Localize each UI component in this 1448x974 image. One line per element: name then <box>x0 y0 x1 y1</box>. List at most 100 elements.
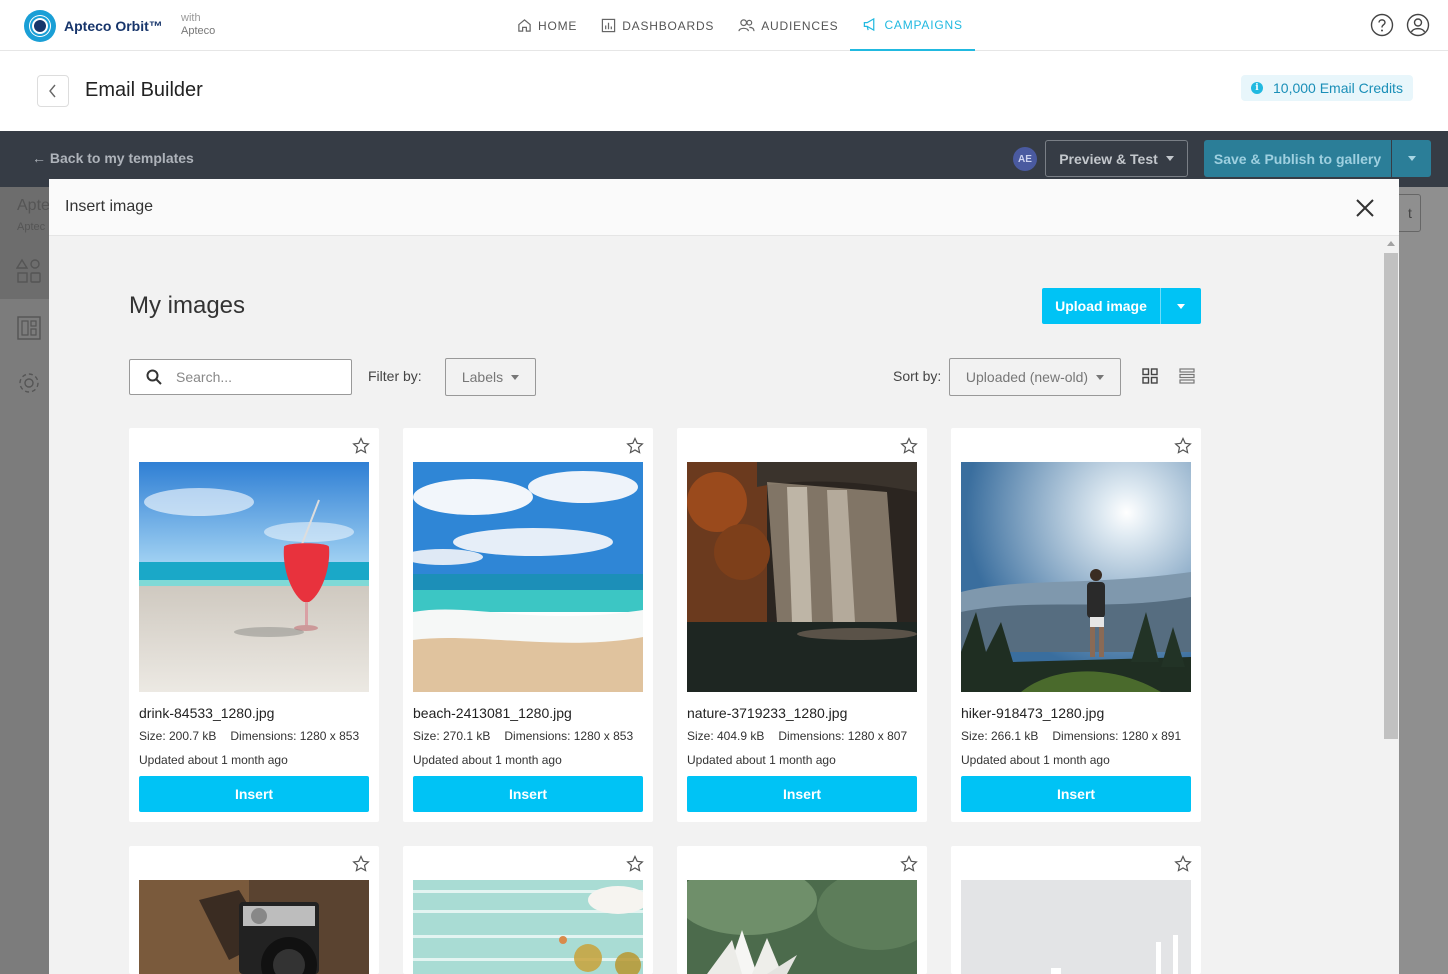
info-icon: i <box>1251 82 1263 94</box>
nav-audiences[interactable]: AUDIENCES <box>726 0 850 51</box>
save-publish-button[interactable]: Save & Publish to gallery <box>1204 140 1391 177</box>
with-brand: Apteco <box>181 25 216 37</box>
gear-icon[interactable] <box>16 370 42 396</box>
image-card-beach: beach-2413081_1280.jpg Size: 270.1 kB Dim… <box>403 428 653 822</box>
insert-button[interactable]: Insert <box>139 776 369 812</box>
section-title: My images <box>129 292 246 319</box>
star-icon[interactable] <box>1174 855 1192 873</box>
with-label: with <box>181 12 201 24</box>
image-dimensions: Dimensions: 1280 x 891 <box>1052 729 1182 743</box>
image-card-hiker: hiker-918473_1280.jpg Size: 266.1 kB Dime… <box>951 428 1201 822</box>
user-account-icon[interactable] <box>1406 13 1430 37</box>
image-filename: beach-2413081_1280.jpg <box>413 705 572 721</box>
dashboard-icon <box>602 18 616 33</box>
sort-dropdown[interactable]: Uploaded (new-old) <box>949 358 1121 396</box>
chevron-down-icon <box>1165 156 1174 161</box>
image-updated: Updated about 1 month ago <box>413 753 562 767</box>
editor-title-fragment: Apte <box>17 197 50 214</box>
avatar[interactable]: AE <box>1013 147 1037 171</box>
image-thumbnail[interactable] <box>139 462 369 692</box>
image-thumbnail[interactable] <box>687 462 917 692</box>
image-thumbnail[interactable] <box>687 880 917 974</box>
image-thumbnail[interactable] <box>961 462 1191 692</box>
scroll-thumb[interactable] <box>1384 253 1398 739</box>
nav-dashboards-label: DASHBOARDS <box>622 18 715 33</box>
nav-home-label: HOME <box>538 18 578 33</box>
hiker-image <box>961 462 1191 692</box>
nav-dashboards[interactable]: DASHBOARDS <box>589 0 726 51</box>
insert-button[interactable]: Insert <box>687 776 917 812</box>
back-to-templates-label: Back to my templates <box>49 150 194 166</box>
editor-right-button-label: t <box>1408 205 1412 221</box>
star-icon[interactable] <box>626 855 644 873</box>
image-thumbnail[interactable] <box>139 880 369 974</box>
close-icon[interactable] <box>1352 195 1378 221</box>
nav-home[interactable]: HOME <box>505 0 589 51</box>
star-icon[interactable] <box>626 437 644 455</box>
labels-dropdown[interactable]: Labels <box>445 358 536 396</box>
preview-test-button[interactable]: Preview & Test <box>1045 140 1188 177</box>
chevron-left-icon <box>49 84 56 98</box>
sort-dropdown-value: Uploaded (new-old) <box>965 369 1089 385</box>
chevron-down-icon <box>1177 303 1185 309</box>
beach-image <box>413 462 643 692</box>
back-to-templates-link[interactable]: ← Back to my templates <box>32 150 194 166</box>
modal-scrollbar[interactable] <box>1383 237 1399 974</box>
email-credits-badge: i 10,000 Email Credits <box>1241 75 1413 101</box>
image-card-nature: nature-3719233_1280.jpg Size: 404.9 kB Di… <box>677 428 927 822</box>
scroll-up-arrow[interactable] <box>1387 241 1395 246</box>
image-dimensions: Dimensions: 1280 x 807 <box>778 729 908 743</box>
image-card-drink: drink-84533_1280.jpg Size: 200.7 kB Dimen… <box>129 428 379 822</box>
app-name: Apteco Orbit™ <box>64 18 163 34</box>
audiences-icon <box>738 19 755 32</box>
star-icon[interactable] <box>1174 437 1192 455</box>
star-icon[interactable] <box>900 855 918 873</box>
modal-title: Insert image <box>65 198 154 215</box>
campaigns-icon <box>864 17 875 32</box>
editor-right-strip <box>1400 187 1448 974</box>
publish-options-button[interactable] <box>1392 140 1431 177</box>
shapes-icon[interactable] <box>16 258 42 284</box>
app-logo[interactable]: Apteco Orbit™ <box>24 10 163 42</box>
page-title: Email Builder <box>85 79 203 101</box>
image-thumbnail[interactable] <box>961 880 1191 974</box>
home-icon <box>518 19 531 32</box>
star-icon[interactable] <box>900 437 918 455</box>
search-input[interactable] <box>176 369 326 385</box>
sort-label: Sort by: <box>893 368 942 384</box>
insert-image-modal: Insert image My images Upload image Filt… <box>49 179 1399 974</box>
spa-image <box>413 880 643 974</box>
water-lily-image <box>687 880 917 974</box>
image-filename: nature-3719233_1280.jpg <box>687 705 848 721</box>
nav-audiences-label: AUDIENCES <box>761 18 839 33</box>
upload-image-button[interactable]: Upload image <box>1042 288 1160 324</box>
image-size: Size: 266.1 kB <box>961 729 1039 743</box>
list-view-icon[interactable] <box>1179 368 1195 384</box>
help-icon[interactable] <box>1370 13 1394 37</box>
image-dimensions: Dimensions: 1280 x 853 <box>504 729 634 743</box>
camera-image <box>139 880 369 974</box>
filter-label: Filter by: <box>368 368 422 384</box>
light-abstract-image <box>961 880 1191 974</box>
grid-view-icon[interactable] <box>1142 368 1158 384</box>
image-thumbnail[interactable] <box>413 880 643 974</box>
layout-icon[interactable] <box>16 315 42 341</box>
page-header: Email Builder i 10,000 Email Credits <box>0 51 1448 131</box>
image-filename: hiker-918473_1280.jpg <box>961 705 1105 721</box>
back-button[interactable] <box>37 75 69 107</box>
image-card-abstract <box>951 846 1201 974</box>
star-icon[interactable] <box>352 437 370 455</box>
upload-options-button[interactable] <box>1160 288 1201 324</box>
waterfall-image <box>687 462 917 692</box>
nav-campaigns[interactable]: CAMPAIGNS <box>850 0 975 51</box>
nav-right <box>1370 13 1430 37</box>
image-updated: Updated about 1 month ago <box>139 753 288 767</box>
star-icon[interactable] <box>352 855 370 873</box>
insert-button[interactable]: Insert <box>413 776 643 812</box>
image-card-camera <box>129 846 379 974</box>
image-meta: Size: 200.7 kB Dimensions: 1280 x 853 <box>139 729 359 743</box>
top-nav: Apteco Orbit™ with Apteco HOME DASHBOARD… <box>0 0 1448 51</box>
image-thumbnail[interactable] <box>413 462 643 692</box>
insert-button[interactable]: Insert <box>961 776 1191 812</box>
main-nav: HOME DASHBOARDS AUDIENCES CAMPAIGNS <box>505 0 975 51</box>
